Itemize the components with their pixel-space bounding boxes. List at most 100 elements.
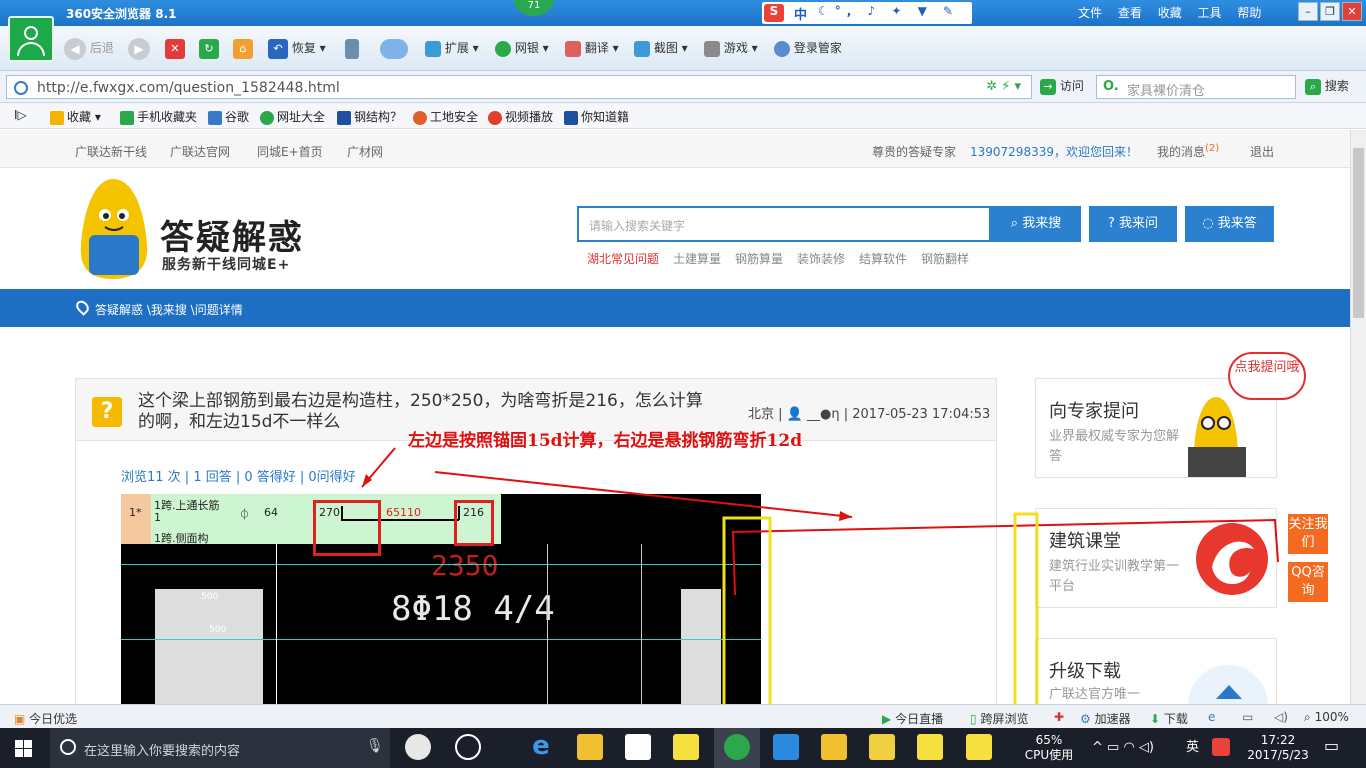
plugin-icon[interactable]: ✚ <box>1054 710 1064 724</box>
browser-search-button[interactable]: ⌕ 搜索 <box>1305 77 1349 95</box>
search-engine-icon[interactable]: O. <box>1103 79 1119 94</box>
menu-favorites[interactable]: 收藏 <box>1158 6 1182 20</box>
cortana-icon <box>60 739 76 755</box>
sidebar-toggle-icon[interactable]: I▷ <box>14 108 27 122</box>
mobile-button[interactable] <box>345 36 359 60</box>
ime-language[interactable]: 中 <box>794 4 807 23</box>
menu-tools[interactable]: 工具 <box>1198 6 1222 20</box>
windows-start-icon[interactable] <box>15 740 32 757</box>
download-link[interactable]: ⬇ 下载 <box>1150 710 1188 727</box>
sogou-tray-icon[interactable] <box>1212 738 1230 756</box>
login-manager-button[interactable]: 登录管家 <box>774 36 842 60</box>
today-pick[interactable]: ▣ 今日优选 <box>14 710 77 727</box>
edge-icon[interactable]: e <box>528 733 554 760</box>
ime-tools[interactable]: ☾°, ♪ ✦ ▼ ✎ <box>818 4 959 18</box>
home-button[interactable]: ⌂ <box>233 36 253 60</box>
forward-button[interactable]: ▶ <box>128 36 150 60</box>
menu-file[interactable]: 文件 <box>1078 6 1102 20</box>
browser-search-input[interactable]: O. 家具裸价清仓 <box>1096 75 1296 99</box>
menu-view[interactable]: 查看 <box>1118 6 1142 20</box>
fav-steel[interactable]: 钢结构？ <box>337 108 402 125</box>
restore-label: 恢复 <box>291 41 316 55</box>
volume-icon[interactable]: ◁) <box>1274 710 1288 724</box>
avatar-body <box>17 42 45 56</box>
games-button[interactable]: 游戏 ▾ <box>704 36 758 60</box>
taskbar-app-icon[interactable] <box>966 734 992 760</box>
ime-toolbar[interactable]: S 中 ☾°, ♪ ✦ ▼ ✎ <box>762 2 972 24</box>
restore-button[interactable]: ↶ 恢复 ▾ <box>268 36 326 60</box>
tray-icons[interactable]: ^ ▭ ◠ ◁) <box>1092 740 1154 755</box>
go-label: 访问 <box>1059 79 1084 93</box>
extend-button[interactable]: 扩展 ▾ <box>425 36 479 60</box>
screenshot-label: 截图 <box>653 41 678 55</box>
browser-status-bar: ▣ 今日优选 ▶ 今日直播 ▯ 跨屏浏览 ✚ ⚙ 加速器 ⬇ 下载 e ▭ ◁)… <box>0 704 1366 728</box>
taskbar-app-icon[interactable] <box>821 734 847 760</box>
fav-sites[interactable]: 网址大全 <box>260 108 325 125</box>
windows-taskbar: 在这里输入你要搜索的内容 🎙 e 65% CPU使用 ^ ▭ ◠ ◁) 英 17… <box>0 728 1366 768</box>
taskbar-app-icon[interactable] <box>773 734 799 760</box>
taskbar-app-icon[interactable] <box>869 734 895 760</box>
url-field[interactable]: http://e.fwxgx.com/question_1582448.html… <box>6 75 1032 99</box>
refresh-icon: ↻ <box>199 38 219 59</box>
bank-icon <box>495 40 511 57</box>
zoom-control[interactable]: ⌕ 100% <box>1304 710 1349 725</box>
back-button[interactable]: ◀ 后退 <box>64 36 114 60</box>
browser-360-icon[interactable] <box>724 734 750 760</box>
site-icon <box>564 110 578 125</box>
phone-fav-icon <box>120 110 134 125</box>
clock-time: 17:22 <box>1260 733 1296 747</box>
notification-icon[interactable]: ▭ <box>1324 738 1339 754</box>
fav-video[interactable]: 视频播放 <box>488 108 553 125</box>
live-link[interactable]: ▶ 今日直播 <box>882 710 943 727</box>
fav-google[interactable]: 谷歌 <box>208 108 249 125</box>
maximize-button[interactable]: ❐ <box>1320 2 1340 21</box>
clock[interactable]: 17:22 2017/5/23 <box>1243 733 1313 763</box>
page-scrollbar[interactable] <box>1350 130 1366 704</box>
go-button[interactable]: → 访问 <box>1040 77 1084 95</box>
screenshot-button[interactable]: 截图 ▾ <box>634 36 688 60</box>
accelerator-link[interactable]: ⚙ 加速器 <box>1080 710 1131 727</box>
annotation-bracket <box>731 518 1279 596</box>
bank-button[interactable]: 网银 ▾ <box>495 36 549 60</box>
window-icon[interactable]: ▭ <box>1242 710 1253 724</box>
security-score-badge[interactable]: 71 <box>513 0 555 16</box>
scrollbar-thumb[interactable] <box>1353 148 1364 318</box>
ie-icon[interactable]: e <box>1208 710 1215 724</box>
cpu-meter[interactable]: 65% CPU使用 <box>1020 733 1078 763</box>
minimize-button[interactable]: – <box>1298 2 1318 21</box>
cross-screen-link[interactable]: ▯ 跨屏浏览 <box>970 710 1028 727</box>
microphone-icon[interactable]: 🎙 <box>366 738 384 754</box>
taskbar-app-icon[interactable] <box>917 734 943 760</box>
close-button[interactable]: ✕ <box>1342 2 1362 21</box>
taskbar-app-icon[interactable] <box>455 734 481 760</box>
annotation-overlay <box>361 447 1279 704</box>
star-icon <box>50 110 64 125</box>
refresh-button[interactable]: ↻ <box>199 36 219 60</box>
speed-icon: ⚙ <box>1080 712 1091 726</box>
fav-mobile[interactable]: 手机收藏夹 <box>120 108 197 125</box>
taskbar-search-placeholder: 在这里输入你要搜索的内容 <box>84 744 241 759</box>
fav-collect[interactable]: 收藏 ▾ <box>50 108 101 125</box>
browser-title: 360安全浏览器 8.1 <box>66 7 177 21</box>
cloud-button[interactable] <box>380 36 408 60</box>
translate-button[interactable]: 翻译 ▾ <box>565 36 619 60</box>
speed-icon[interactable]: ✲ ⚡ ▾ <box>986 79 1021 94</box>
browser-search-placeholder: 家具裸价清仓 <box>1127 84 1206 99</box>
stop-button[interactable]: ✕ <box>165 36 185 60</box>
phone-icon <box>345 38 359 59</box>
taskbar-app-icon[interactable] <box>673 734 699 760</box>
site-icon <box>413 110 427 125</box>
taskbar-search-input[interactable]: 在这里输入你要搜索的内容 🎙 <box>50 728 390 768</box>
user-avatar[interactable] <box>8 16 54 62</box>
store-icon[interactable] <box>625 734 651 760</box>
grid-icon <box>425 40 441 57</box>
fav-know[interactable]: 你知道籍 <box>564 108 629 125</box>
bank-label: 网银 <box>514 41 539 55</box>
file-explorer-icon[interactable] <box>577 734 603 760</box>
fav-safety[interactable]: 工地安全 <box>413 108 478 125</box>
favorites-bar: I▷ 收藏 ▾ 手机收藏夹 谷歌 网址大全 钢结构？ 工地安全 视频播放 你知道… <box>0 103 1366 129</box>
yellow-highlight-box <box>722 516 772 704</box>
ime-language-indicator[interactable]: 英 <box>1186 740 1199 755</box>
taskbar-app-icon[interactable] <box>405 734 431 760</box>
menu-help[interactable]: 帮助 <box>1237 6 1261 20</box>
